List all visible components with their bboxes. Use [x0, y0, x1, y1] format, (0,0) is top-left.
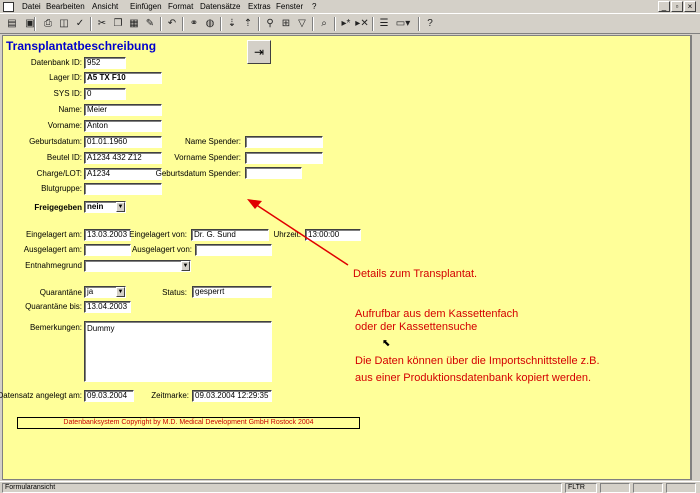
menu-bearbeiten[interactable]: Bearbeiten: [46, 2, 85, 12]
paste-icon[interactable]: ▦: [126, 16, 142, 31]
toolbar-separator: [334, 17, 336, 31]
menu-einfuegen[interactable]: Einfügen: [130, 2, 162, 12]
toolbar-separator: [160, 17, 162, 31]
toolbar-separator: [372, 17, 374, 31]
new-record-icon[interactable]: ▸*: [338, 16, 354, 31]
view-icon[interactable]: ▤: [4, 16, 20, 31]
annotation-line-5: aus einer Produktionsdatenbank kopiert w…: [355, 372, 592, 384]
delete-record-icon[interactable]: ▸✕: [354, 16, 370, 31]
sort-ascending-icon[interactable]: ⇣: [224, 16, 240, 31]
toolbar-separator: [258, 17, 260, 31]
menu-bar: Datei Bearbeiten Ansicht Einfügen Format…: [0, 0, 700, 14]
undo-icon[interactable]: ↶: [164, 16, 180, 31]
restore-button[interactable]: ▫: [671, 1, 683, 12]
menu-datensaetze[interactable]: Datensätze: [200, 2, 240, 12]
toolbar-separator: [312, 17, 314, 31]
menu-ansicht[interactable]: Ansicht: [92, 2, 118, 12]
sort-descending-icon[interactable]: ⇡: [240, 16, 256, 31]
toolbar-separator: [220, 17, 222, 31]
status-mode: Formularansicht: [2, 483, 562, 493]
annotation-line-1: Details zum Transplantat.: [353, 268, 478, 280]
filter-by-form-icon[interactable]: ⊞: [278, 16, 294, 31]
status-panel: [666, 483, 696, 493]
toolbar-separator: [182, 17, 184, 31]
web-icon[interactable]: ◍: [202, 16, 218, 31]
status-bar: Formularansicht FLTR: [0, 481, 700, 493]
status-filter-indicator: FLTR: [565, 483, 597, 493]
annotation-line-4: Die Daten können über die Importschnitts…: [355, 355, 600, 367]
status-panel: [633, 483, 663, 493]
hyperlink-icon[interactable]: ⚭: [186, 16, 202, 31]
menu-datei[interactable]: Datei: [22, 2, 41, 12]
format-painter-icon[interactable]: ✎: [142, 16, 158, 31]
mouse-cursor-icon: ⬉: [382, 338, 391, 349]
vertical-scrollbar[interactable]: [691, 35, 700, 480]
properties-icon[interactable]: ☰: [376, 16, 392, 31]
cut-icon[interactable]: ✂: [94, 16, 110, 31]
toolbar-separator: [90, 17, 92, 31]
print-preview-icon[interactable]: ◫: [56, 16, 72, 31]
database-window-icon[interactable]: ▭▾: [392, 16, 414, 31]
menu-help[interactable]: ?: [312, 2, 316, 12]
menu-fenster[interactable]: Fenster: [276, 2, 303, 12]
spellcheck-icon[interactable]: ✓: [72, 16, 88, 31]
filter-by-selection-icon[interactable]: ⚲: [262, 16, 278, 31]
minimize-button[interactable]: _: [658, 1, 670, 12]
toolbar-separator: [418, 17, 420, 31]
toolbar: ▤ ▣ ⎙ ◫ ✓ ✂ ❐ ▦ ✎ ↶ ⚭ ◍ ⇣ ⇡ ⚲ ⊞ ▽ ⌕ ▸* ▸…: [0, 14, 700, 34]
find-icon[interactable]: ⌕: [316, 16, 332, 31]
print-icon[interactable]: ⎙: [40, 16, 56, 31]
close-button[interactable]: ×: [684, 1, 696, 12]
annotation-line-3: oder der Kassettensuche: [355, 321, 478, 333]
apply-filter-icon[interactable]: ▽: [294, 16, 310, 31]
status-panel: [600, 483, 630, 493]
annotation-line-2: Aufrufbar aus dem Kassettenfach: [355, 308, 519, 320]
help-icon[interactable]: ?: [422, 16, 438, 31]
copy-icon[interactable]: ❐: [110, 16, 126, 31]
menu-format[interactable]: Format: [168, 2, 193, 12]
form-window-icon[interactable]: [3, 2, 14, 12]
form-area: Transplantatbeschreibung ⇥ Datenbank ID:…: [0, 35, 691, 480]
annotation-arrow: [247, 199, 349, 266]
save-icon[interactable]: ▣: [22, 16, 38, 31]
menu-extras[interactable]: Extras: [248, 2, 271, 12]
